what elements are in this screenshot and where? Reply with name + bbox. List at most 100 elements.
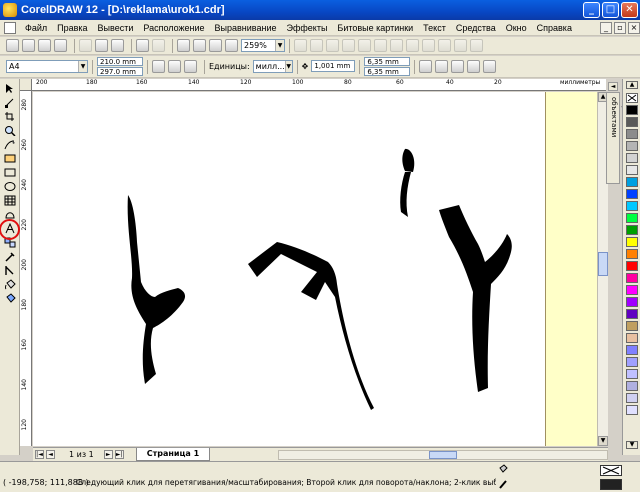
rectangle-tool-icon[interactable] [4,167,16,178]
menu-view[interactable]: Вывести [93,23,139,33]
palette-swatch[interactable] [626,357,638,367]
portrait-icon[interactable] [152,60,165,73]
document-icon[interactable] [4,21,16,34]
vertical-ruler[interactable]: 280 260 240 220 200 180 160 140 120 [20,91,32,446]
paste-icon[interactable] [111,39,124,52]
weld-icon[interactable] [422,39,435,52]
copy-icon[interactable] [95,39,108,52]
trim-icon[interactable] [438,39,451,52]
docker-arrow-icon[interactable]: ◄ [608,82,618,91]
chevron-down-icon[interactable]: ▼ [78,61,87,72]
palette-swatch[interactable] [626,225,638,235]
coreldraw-app-icon[interactable] [3,3,17,17]
palette-swatch[interactable] [626,165,638,175]
first-page-button[interactable]: |◄ [35,450,44,459]
to-front-icon[interactable] [374,39,387,52]
landscape-icon[interactable] [168,60,181,73]
menu-text[interactable]: Текст [418,23,451,33]
brush-stroke-shape-3[interactable] [400,148,415,217]
palette-swatch[interactable] [626,381,638,391]
snap-to-guidelines-icon[interactable] [451,60,465,73]
polygon-tool-icon[interactable] [4,195,16,206]
palette-swatch[interactable] [626,117,638,127]
scroll-thumb[interactable] [598,252,608,276]
outline-color-swatch[interactable] [600,479,622,490]
chevron-down-icon[interactable]: ▼ [284,61,292,72]
to-back-icon[interactable] [390,39,403,52]
zoom-combo[interactable]: 259% ▼ [241,39,285,52]
duplicate-x-field[interactable]: 6,35 mm [364,56,411,66]
fill-color-swatch[interactable] [600,465,622,476]
convert-to-curves-icon[interactable] [470,39,483,52]
palette-swatch[interactable] [626,309,638,319]
treat-as-filled-icon[interactable] [419,60,433,73]
horizontal-scrollbar[interactable] [278,449,608,460]
menu-layout[interactable]: Расположение [138,23,209,33]
next-page-button[interactable]: ► [103,450,113,459]
palette-scroll-down-button[interactable]: ▼ [626,441,638,449]
menu-arrange[interactable]: Выравнивание [210,23,282,33]
menu-help[interactable]: Справка [532,23,577,33]
scroll-down-button[interactable]: ▼ [598,436,608,446]
palette-swatch[interactable] [626,237,638,247]
previous-page-button[interactable]: ◄ [46,450,55,459]
break-apart-icon[interactable] [358,39,371,52]
snap-to-grid-icon[interactable] [435,60,449,73]
units-combo[interactable]: милл... ▼ [252,60,293,73]
menu-edit[interactable]: Правка [52,23,92,33]
doc-restore-button[interactable]: ▫ [614,21,626,34]
crop-tool-icon[interactable] [4,111,16,122]
snap-to-objects-icon[interactable] [467,60,481,73]
smart-fill-tool-icon[interactable] [4,153,16,164]
maximize-button[interactable]: □ [602,2,619,18]
chevron-down-icon[interactable]: ▼ [275,40,284,51]
palette-swatch[interactable] [626,345,638,355]
doc-close-button[interactable]: × [628,21,640,34]
menu-window[interactable]: Окно [501,23,532,33]
transform-icon[interactable] [294,39,307,52]
doc-minimize-button[interactable]: _ [600,21,612,34]
page-tab[interactable]: Страница 1 [135,448,211,461]
ellipse-tool-icon[interactable] [4,181,16,192]
new-document-icon[interactable] [6,39,19,52]
palette-swatch[interactable] [626,201,638,211]
export-icon[interactable] [193,39,206,52]
drawing-canvas[interactable] [33,92,597,446]
brush-stroke-shape-2[interactable] [248,242,374,410]
application-launcher-icon[interactable] [209,39,222,52]
close-button[interactable]: ✕ [621,2,638,18]
paper-size-combo[interactable]: A4 ▼ [6,60,88,73]
palette-swatch[interactable] [626,369,638,379]
last-page-button[interactable]: ►| [114,450,124,459]
brush-stroke-shape-4[interactable] [439,205,512,392]
save-icon[interactable] [38,39,51,52]
palette-swatch[interactable] [626,213,638,223]
palette-swatch[interactable] [626,285,638,295]
pick-tool-icon[interactable] [4,83,16,94]
object-manager-docker-tab[interactable]: Управление объектами [606,92,629,184]
palette-scroll-up-button[interactable]: ▲ [626,81,638,89]
eyedropper-tool-icon[interactable] [4,251,16,262]
shape-tool-icon[interactable] [4,97,16,108]
interactive-fill-tool-icon[interactable] [4,293,16,304]
brush-stroke-shape-1[interactable] [127,195,186,384]
palette-swatch[interactable] [626,129,638,139]
horizontal-ruler[interactable]: 200 180 160 140 120 100 80 60 40 20 милл… [32,79,606,91]
palette-swatch[interactable] [626,333,638,343]
ruler-corner[interactable] [20,79,32,91]
fill-tool-icon[interactable] [4,279,16,290]
palette-swatch[interactable] [626,393,638,403]
cut-icon[interactable] [79,39,92,52]
outline-tool-icon[interactable] [4,265,16,276]
palette-swatch[interactable] [626,273,638,283]
scroll-thumb[interactable] [429,450,457,459]
palette-swatch[interactable] [626,405,638,415]
intersect-icon[interactable] [454,39,467,52]
freehand-tool-icon[interactable] [4,139,16,150]
zoom-tool-icon[interactable] [4,125,16,136]
dynamic-guides-icon[interactable] [483,60,497,73]
palette-swatch[interactable] [626,153,638,163]
align-icon[interactable] [406,39,419,52]
corel-online-icon[interactable] [225,39,238,52]
page-height-field[interactable]: 297.0 mm [97,66,143,76]
